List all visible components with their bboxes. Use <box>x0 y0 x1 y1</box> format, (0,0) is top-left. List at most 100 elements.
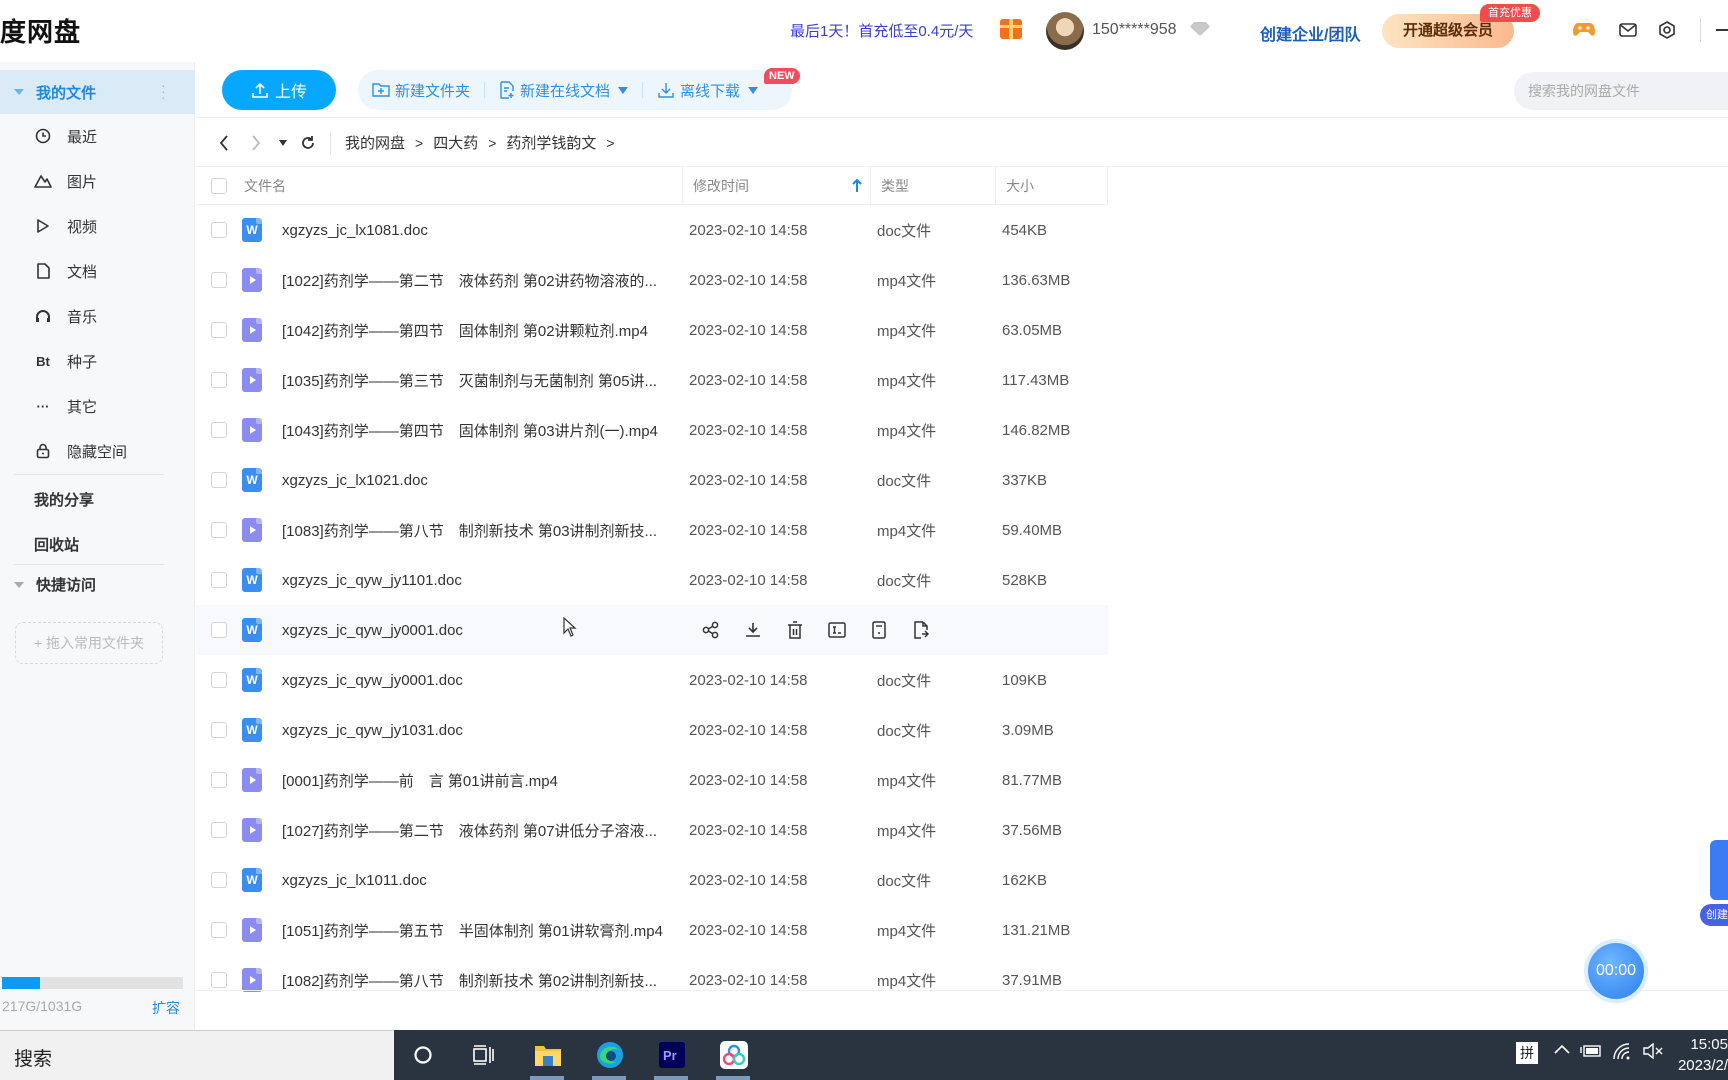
game-controller-icon[interactable] <box>1572 18 1596 42</box>
username[interactable]: 150*****958 <box>1092 21 1177 39</box>
avatar[interactable] <box>1046 12 1084 50</box>
file-name[interactable]: xgzyzs_jc_lx1081.doc <box>278 222 679 239</box>
gift-icon[interactable] <box>1000 19 1022 39</box>
search-input[interactable] <box>1514 72 1728 110</box>
table-row[interactable]: Wxgzyzs_jc_lx1021.doc 2023-02-10 14:58 doc… <box>196 455 1108 505</box>
file-name[interactable]: [1043]药剂学——第四节 固体制剂 第03讲片剂(一).mp4 <box>278 420 679 441</box>
row-checkbox[interactable] <box>211 322 227 338</box>
premiere-pro-icon[interactable]: Pr <box>656 1039 688 1071</box>
breadcrumb-item[interactable]: 我的网盘 <box>345 132 405 153</box>
create-assistant-widget[interactable]: 创建 <box>1700 840 1728 930</box>
table-row[interactable]: [1035]药剂学——第三节 灭菌制剂与无菌制剂 第05讲... 2023-02-… <box>196 355 1108 405</box>
file-name[interactable]: xgzyzs_jc_qyw_jy1031.doc <box>278 722 679 739</box>
file-name[interactable]: [1027]药剂学——第二节 液体药剂 第07讲低分子溶液... <box>278 820 679 841</box>
file-name[interactable]: xgzyzs_jc_qyw_jy1101.doc <box>278 572 679 589</box>
file-name[interactable]: xgzyzs_jc_lx1021.doc <box>278 472 679 489</box>
row-checkbox[interactable] <box>211 822 227 838</box>
history-dropdown-icon[interactable] <box>272 139 294 146</box>
file-name[interactable]: [1051]药剂学——第五节 半固体制剂 第01讲软膏剂.mp4 <box>278 920 679 941</box>
delete-icon[interactable] <box>785 620 805 640</box>
table-row[interactable]: [0001]药剂学——前 言 第01讲前言.mp4 2023-02-10 14:5… <box>196 755 1108 805</box>
row-checkbox[interactable] <box>211 372 227 388</box>
table-row[interactable]: Wxgzyzs_jc_qyw_jy0001.doc <box>196 605 1108 655</box>
minimize-button[interactable] <box>1716 29 1728 31</box>
copy-icon[interactable] <box>911 620 931 640</box>
table-row[interactable]: [1051]药剂学——第五节 半固体制剂 第01讲软膏剂.mp4 2023-02-… <box>196 905 1108 955</box>
row-checkbox[interactable] <box>211 522 227 538</box>
table-row[interactable]: Wxgzyzs_jc_qyw_jy1101.doc 2023-02-10 14:5… <box>196 555 1108 605</box>
file-name[interactable]: xgzyzs_jc_lx1011.doc <box>278 872 679 889</box>
file-name[interactable]: [1022]药剂学——第二节 液体药剂 第02讲药物溶液的... <box>278 270 679 291</box>
new-online-doc-button[interactable]: 新建在线文档 <box>485 80 642 101</box>
table-row[interactable]: Wxgzyzs_jc_lx1011.doc 2023-02-10 14:58 doc… <box>196 855 1108 905</box>
download-icon[interactable] <box>743 620 763 640</box>
row-checkbox[interactable] <box>211 572 227 588</box>
drop-common-folder-zone[interactable]: + 拖入常用文件夹 <box>15 622 163 664</box>
header-size[interactable]: 大小 <box>996 166 1108 205</box>
table-row[interactable]: [1082]药剂学——第八节 制剂新技术 第02讲制剂新技... 2023-02-… <box>196 955 1108 1005</box>
select-all-checkbox[interactable] <box>211 177 227 194</box>
back-icon[interactable] <box>208 134 240 151</box>
volume-muted-icon[interactable] <box>1642 1042 1664 1063</box>
expand-caret-icon[interactable] <box>14 581 24 588</box>
settings-gear-icon[interactable] <box>1655 18 1679 42</box>
battery-icon[interactable] <box>1580 1044 1602 1062</box>
sidebar-item-quick-access[interactable]: 快捷访问 <box>0 574 96 595</box>
promo-link[interactable]: 最后1天！首充低至0.4元/天 <box>790 20 973 41</box>
sidebar-item-my-files[interactable]: 我的文件 · · · <box>0 70 195 114</box>
row-checkbox[interactable] <box>211 222 227 238</box>
breadcrumb-item[interactable]: 四大药 <box>433 132 478 153</box>
header-type[interactable]: 类型 <box>871 166 996 205</box>
forward-icon[interactable] <box>240 134 272 151</box>
upload-button[interactable]: 上传 <box>222 70 336 110</box>
sidebar-item-images[interactable]: 图片 <box>0 161 195 201</box>
sidebar-item-videos[interactable]: 视频 <box>0 206 195 246</box>
share-icon[interactable] <box>701 620 721 640</box>
file-name[interactable]: [1035]药剂学——第三节 灭菌制剂与无菌制剂 第05讲... <box>278 370 679 391</box>
row-checkbox[interactable] <box>211 872 227 888</box>
edge-browser-icon[interactable] <box>594 1039 626 1071</box>
table-row[interactable]: [1043]药剂学——第四节 固体制剂 第03讲片剂(一).mp4 2023-02… <box>196 405 1108 455</box>
create-team-link[interactable]: 创建企业/团队 <box>1260 21 1360 45</box>
offline-download-button[interactable]: 离线下载 <box>643 80 772 101</box>
table-row[interactable]: [1022]药剂学——第二节 液体药剂 第02讲药物溶液的... 2023-02-… <box>196 255 1108 305</box>
row-checkbox[interactable] <box>211 772 227 788</box>
taskbar-search-box[interactable]: 搜索 <box>0 1030 394 1080</box>
file-explorer-icon[interactable] <box>532 1039 564 1071</box>
breadcrumb-item[interactable]: 药剂学钱韵文 <box>506 132 596 153</box>
expand-caret-icon[interactable] <box>14 89 24 95</box>
cortana-icon[interactable] <box>407 1039 439 1071</box>
show-hidden-icons-icon[interactable] <box>1554 1042 1570 1059</box>
row-checkbox[interactable] <box>211 922 227 938</box>
row-checkbox[interactable] <box>211 972 227 988</box>
sidebar-item-other[interactable]: ··· 其它 <box>0 386 195 426</box>
table-row[interactable]: [1083]药剂学——第八节 制剂新技术 第03讲制剂新技... 2023-02-… <box>196 505 1108 555</box>
mail-icon[interactable] <box>1616 18 1640 42</box>
file-name[interactable]: xgzyzs_jc_qyw_jy0001.doc <box>278 622 679 639</box>
table-row[interactable]: [1042]药剂学——第四节 固体制剂 第02讲颗粒剂.mp4 2023-02-1… <box>196 305 1108 355</box>
ime-indicator[interactable]: 拼 <box>1516 1042 1538 1064</box>
row-checkbox[interactable] <box>211 422 227 438</box>
sidebar-item-music[interactable]: 音乐 <box>0 296 195 336</box>
baidu-netdisk-icon[interactable] <box>718 1039 750 1071</box>
row-checkbox[interactable] <box>211 622 227 638</box>
system-clock[interactable]: 15:05 2023/2/ <box>1672 1034 1728 1076</box>
file-name[interactable]: [1042]药剂学——第四节 固体制剂 第02讲颗粒剂.mp4 <box>278 320 679 341</box>
table-row[interactable]: Wxgzyzs_jc_lx1081.doc 2023-02-10 14:58 doc… <box>196 205 1108 255</box>
file-name[interactable]: [1082]药剂学——第八节 制剂新技术 第02讲制剂新技... <box>278 970 679 991</box>
row-checkbox[interactable] <box>211 672 227 688</box>
sidebar-item-recent[interactable]: 最近 <box>0 116 195 156</box>
refresh-icon[interactable] <box>294 135 322 151</box>
file-name[interactable]: xgzyzs_jc_qyw_jy0001.doc <box>278 672 679 689</box>
new-folder-button[interactable]: 新建文件夹 <box>358 80 484 101</box>
row-checkbox[interactable] <box>211 722 227 738</box>
table-row[interactable]: Wxgzyzs_jc_qyw_jy0001.doc 2023-02-10 14:5… <box>196 655 1108 705</box>
sidebar-item-my-share[interactable]: 我的分享 <box>34 489 94 510</box>
table-row[interactable]: [1027]药剂学——第二节 液体药剂 第07讲低分子溶液... 2023-02-… <box>196 805 1108 855</box>
task-view-icon[interactable] <box>467 1039 499 1071</box>
row-checkbox[interactable] <box>211 272 227 288</box>
move-icon[interactable] <box>869 620 889 640</box>
sidebar-item-hidden-space[interactable]: 隐藏空间 <box>0 431 195 471</box>
sidebar-item-recycle-bin[interactable]: 回收站 <box>34 534 79 555</box>
file-name[interactable]: [0001]药剂学——前 言 第01讲前言.mp4 <box>278 770 679 791</box>
